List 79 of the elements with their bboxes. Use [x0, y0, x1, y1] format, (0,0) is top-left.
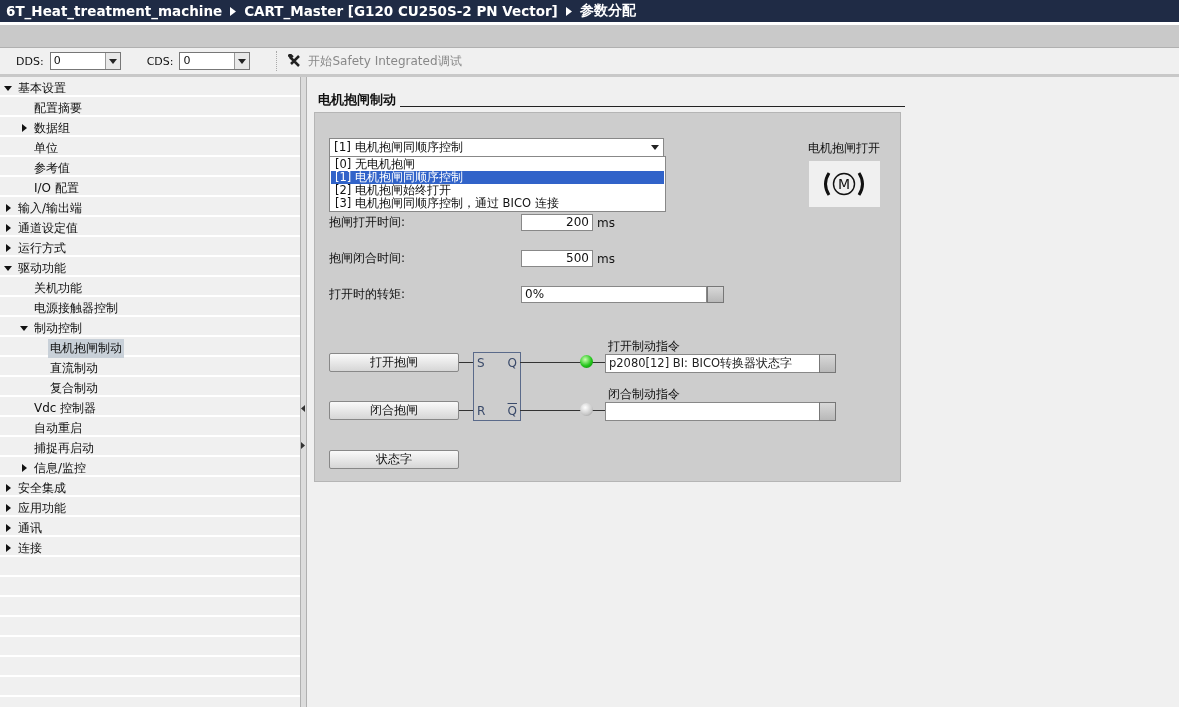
tree-item[interactable]: 电源接触器控制	[32, 298, 120, 318]
dropdown-option[interactable]: [0] 无电机抱闸	[331, 158, 664, 171]
cds-dropdown[interactable]: 0	[179, 52, 251, 70]
output-pin-label: Q	[507, 356, 517, 370]
collapsed-arrow-icon[interactable]	[20, 124, 28, 132]
dropdown-option[interactable]: [2] 电机抱闸始终打开	[331, 184, 664, 197]
collapsed-arrow-icon[interactable]	[4, 504, 12, 512]
reset-pin-label: R	[477, 404, 486, 418]
expanded-arrow-icon[interactable]	[4, 264, 12, 272]
output-label: 打开制动指令	[608, 338, 680, 355]
field-label: 抱闸闭合时间:	[329, 250, 407, 267]
tree-item[interactable]: 输入/输出端	[16, 198, 85, 218]
tree-item[interactable]: 安全集成	[16, 478, 68, 498]
tree-item[interactable]: 关机功能	[32, 278, 84, 298]
breadcrumb-item[interactable]: 6T_Heat_treatment_machine	[6, 3, 223, 19]
collapsed-arrow-icon[interactable]	[4, 544, 12, 552]
tree-item[interactable]: I/O 配置	[32, 178, 81, 198]
input-field[interactable]: p2080[12] BI: BICO转换器状态字	[605, 354, 820, 373]
dropdown-arrow-icon	[238, 58, 247, 64]
dropdown-option[interactable]: [1] 电机抱闸同顺序控制	[331, 171, 664, 184]
input-field[interactable]: 500	[521, 250, 593, 267]
tree-item[interactable]: 参考值	[32, 158, 72, 178]
set-pin-label: S	[477, 356, 485, 370]
unit-label: ms	[597, 251, 615, 266]
dds-dropdown[interactable]: 0	[49, 52, 121, 70]
tree-item[interactable]: Vdc 控制器	[32, 398, 99, 418]
brake-status-label: 电机抱闸打开	[808, 140, 880, 157]
breadcrumb-separator-icon	[230, 6, 237, 16]
expanded-arrow-icon[interactable]	[4, 84, 12, 92]
inverted-output-pin-label: Q	[507, 404, 517, 418]
collapse-arrow-icon[interactable]	[301, 405, 305, 412]
collapsed-arrow-icon[interactable]	[4, 204, 12, 212]
tree-item[interactable]: 通讯	[16, 518, 44, 538]
tree-item[interactable]: 基本设置	[16, 78, 68, 98]
browse-button[interactable]	[707, 286, 724, 303]
tree-item[interactable]: 数据组	[32, 118, 72, 138]
dropdown-arrow-icon	[651, 145, 659, 150]
tree-item[interactable]: 通道设定值	[16, 218, 80, 238]
unit-label: ms	[597, 215, 615, 230]
tree-item[interactable]: 连接	[16, 538, 44, 558]
collapsed-arrow-icon[interactable]	[4, 484, 12, 492]
field-label: 打开时的转矩:	[329, 286, 407, 303]
dropdown-option[interactable]: [3] 电机抱闸同顺序控制，通过 BICO 连接	[331, 197, 664, 210]
section-title: 电机抱闸制动	[318, 91, 397, 109]
brake-command-button[interactable]: 状态字	[329, 450, 459, 469]
brake-command-button[interactable]: 打开抱闸	[329, 353, 459, 372]
brake-command-button[interactable]: 闭合抱闸	[329, 401, 459, 420]
input-field[interactable]	[605, 402, 820, 421]
dropdown-arrow-icon	[108, 58, 117, 64]
tree-item[interactable]: 驱动功能	[16, 258, 68, 278]
tree-item[interactable]: 制动控制	[32, 318, 84, 338]
expanded-arrow-icon[interactable]	[20, 324, 28, 332]
expand-arrow-icon[interactable]	[301, 442, 305, 449]
tree-item[interactable]: 信息/监控	[32, 458, 89, 478]
tree-item[interactable]: 运行方式	[16, 238, 68, 258]
tree-item[interactable]: 捕捉再启动	[32, 438, 96, 458]
collapsed-arrow-icon[interactable]	[4, 524, 12, 532]
collapsed-arrow-icon[interactable]	[4, 224, 12, 232]
dds-label: DDS:	[16, 54, 44, 68]
breadcrumb-separator-icon	[565, 6, 572, 16]
collapsed-arrow-icon[interactable]	[20, 464, 28, 472]
tree-item[interactable]: 直流制动	[48, 358, 100, 378]
input-field[interactable]: 200	[521, 214, 593, 231]
output-label: 闭合制动指令	[608, 386, 680, 403]
breadcrumb-item[interactable]: 参数分配	[579, 2, 636, 20]
tree-item[interactable]: 配置摘要	[32, 98, 84, 118]
breadcrumb-item[interactable]: CART_Master [G120 CU250S-2 PN Vector]	[244, 3, 558, 19]
input-field[interactable]: 0%	[521, 286, 707, 303]
cds-label: CDS:	[146, 54, 174, 68]
browse-button[interactable]	[819, 402, 836, 421]
tools-icon	[288, 54, 303, 68]
field-label: 抱闸打开时间:	[329, 214, 407, 231]
collapsed-arrow-icon[interactable]	[4, 244, 12, 252]
tree-item[interactable]: 自动重启	[32, 418, 84, 438]
tree-item[interactable]: 应用功能	[16, 498, 68, 518]
browse-button[interactable]	[819, 354, 836, 373]
tree-item[interactable]: 电机抱闸制动	[48, 338, 124, 358]
tree-item[interactable]: 复合制动	[48, 378, 100, 398]
tree-item[interactable]: 单位	[32, 138, 60, 158]
